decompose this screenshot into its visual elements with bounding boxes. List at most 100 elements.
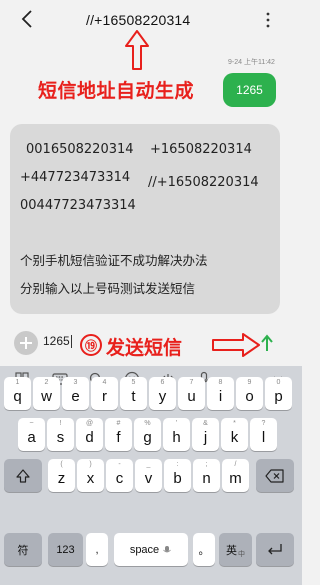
backspace-key[interactable] (256, 459, 294, 492)
phone-number: +16508220314 (150, 142, 252, 157)
key-label: l (261, 429, 266, 446)
sent-message-bubble[interactable]: 1265 (223, 73, 276, 107)
phone-number: 0016508220314 (26, 142, 134, 157)
shift-arrow-icon (16, 468, 30, 483)
key-l[interactable]: ? l (250, 418, 277, 451)
key-label: v (144, 470, 153, 487)
key-sub-label: 9 (247, 379, 252, 386)
key-label: g (143, 429, 152, 446)
received-message-bubble[interactable]: 0016508220314 +16508220314 +447723473314… (10, 124, 280, 314)
comma-key[interactable]: , (86, 533, 108, 566)
key-label: m (229, 470, 242, 487)
enter-key[interactable] (256, 533, 294, 566)
key-sub-label: _ (146, 461, 151, 468)
key-label: w (41, 388, 52, 405)
key-label: t (131, 388, 136, 405)
key-sub-label: ( (60, 461, 63, 468)
key-sub-label: @ (85, 420, 94, 427)
key-label: q (13, 388, 22, 405)
numbers-key[interactable]: 123 (48, 533, 83, 566)
symbols-key[interactable]: 符 (4, 533, 42, 566)
space-key[interactable]: space (114, 533, 188, 566)
key-h[interactable]: ' h (163, 418, 190, 451)
key-s[interactable]: ! s (47, 418, 74, 451)
key-y[interactable]: 6y (149, 377, 176, 410)
plus-icon (20, 337, 32, 349)
key-n[interactable]: ; n (193, 459, 220, 492)
key-sub-label: ) (89, 461, 92, 468)
key-k[interactable]: * k (221, 418, 248, 451)
key-label: z (57, 470, 66, 487)
key-label: s (56, 429, 65, 446)
key-sub-label: 4 (102, 379, 107, 386)
key-p[interactable]: 0p (265, 377, 292, 410)
key-label: o (245, 388, 254, 405)
language-key-sub-label: 中 (238, 550, 245, 558)
key-d[interactable]: @ d (76, 418, 103, 451)
annotation-right-arrow (212, 333, 260, 357)
key-o[interactable]: 9o (236, 377, 263, 410)
key-sub-label: # (116, 420, 121, 427)
key-q[interactable]: 1q (4, 377, 31, 410)
key-u[interactable]: 7u (178, 377, 205, 410)
enter-arrow-icon (268, 543, 282, 554)
key-t[interactable]: 5t (120, 377, 147, 410)
key-label: i (218, 388, 223, 405)
key-label: e (71, 388, 80, 405)
key-label: y (158, 388, 167, 405)
language-key-label: 英 (226, 544, 237, 557)
key-sub-label: 8 (218, 379, 223, 386)
message-timestamp: 9-24 上午11:42 (228, 59, 275, 66)
key-j[interactable]: & j (192, 418, 219, 451)
key-x[interactable]: ) x (77, 459, 104, 492)
text-caret (70, 335, 72, 349)
key-sub-label: ! (59, 420, 62, 427)
more-options-icon[interactable] (265, 12, 271, 28)
key-sub-label: : (176, 461, 179, 468)
message-input-value: 1265 (43, 334, 70, 348)
key-sub-label: 7 (189, 379, 194, 386)
key-sub-label: 6 (160, 379, 165, 386)
key-i[interactable]: 8i (207, 377, 234, 410)
key-e[interactable]: 3e (62, 377, 89, 410)
back-arrow-icon[interactable] (20, 9, 34, 29)
space-key-label: space (129, 543, 160, 556)
key-sub-label: 3 (73, 379, 78, 386)
send-arrow-icon[interactable] (260, 334, 274, 352)
phone-number: +447723473314 (20, 170, 131, 185)
conversation-title: //+16508220314 (86, 12, 191, 28)
key-z[interactable]: (z (48, 459, 75, 492)
key-r[interactable]: 4r (91, 377, 118, 410)
key-label: b (173, 470, 182, 487)
key-sub-label: % (144, 420, 151, 427)
key-w[interactable]: 2w (33, 377, 60, 410)
key-f[interactable]: # f (105, 418, 132, 451)
note-line: 分别输入以上号码测试发送短信 (20, 281, 196, 296)
key-sub-label: 0 (276, 379, 281, 386)
microphone-icon (163, 545, 171, 552)
shift-key[interactable] (4, 459, 42, 492)
annotation-sms-address-label: 短信地址自动生成 (38, 80, 195, 102)
key-g[interactable]: % g (134, 418, 161, 451)
phone-number: 00447723473314 (20, 198, 136, 213)
key-m[interactable]: / m (222, 459, 249, 492)
key-label: u (187, 388, 196, 405)
key-sub-label: 5 (131, 379, 136, 386)
key-label: a (27, 429, 36, 446)
key-label: j (203, 429, 208, 446)
add-attachment-button[interactable] (14, 331, 38, 355)
key-b[interactable]: :b (164, 459, 191, 492)
language-switch-key[interactable]: 英中 (219, 533, 252, 566)
key-v[interactable]: _ v (135, 459, 162, 492)
annotation-step-number: ⑲ (80, 334, 102, 356)
app-header: //+16508220314 (0, 0, 302, 40)
key-label: k (230, 429, 239, 446)
note-line: 个别手机短信验证不成功解决办法 (20, 253, 208, 268)
key-sub-label: ? (261, 420, 266, 427)
key-c[interactable]: -c (106, 459, 133, 492)
period-key[interactable]: 。 (193, 533, 215, 566)
message-input[interactable]: 1265 (43, 331, 77, 353)
key-sub-label: / (234, 461, 237, 468)
key-sub-label: - (118, 461, 121, 468)
key-a[interactable]: ~ a (18, 418, 45, 451)
